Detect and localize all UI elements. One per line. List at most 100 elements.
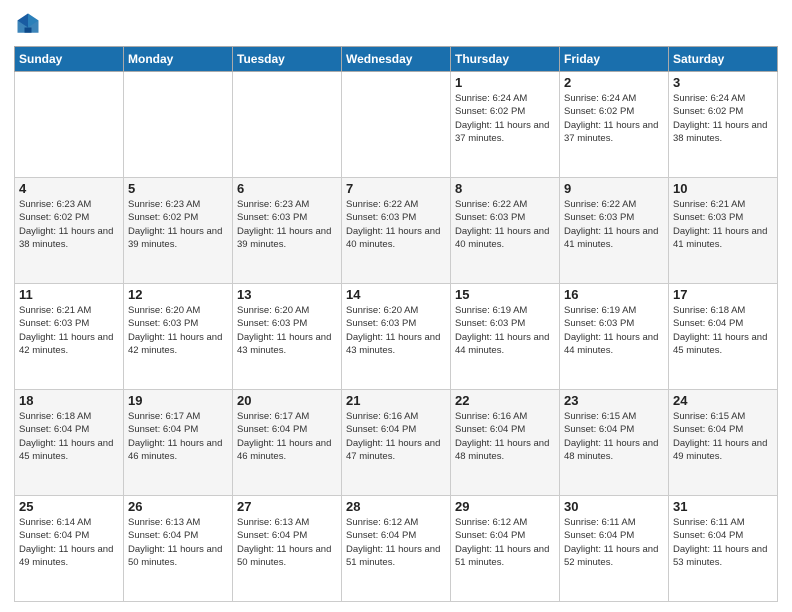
calendar-cell: 24 Sunrise: 6:15 AM Sunset: 6:04 PM Dayli…: [669, 390, 778, 496]
day-info: Sunrise: 6:12 AM Sunset: 6:04 PM Dayligh…: [346, 516, 446, 569]
day-info: Sunrise: 6:21 AM Sunset: 6:03 PM Dayligh…: [19, 304, 119, 357]
calendar-cell: 13 Sunrise: 6:20 AM Sunset: 6:03 PM Dayli…: [233, 284, 342, 390]
calendar-cell: 28 Sunrise: 6:12 AM Sunset: 6:04 PM Dayli…: [342, 496, 451, 602]
calendar-cell: 29 Sunrise: 6:12 AM Sunset: 6:04 PM Dayli…: [451, 496, 560, 602]
day-header-wednesday: Wednesday: [342, 47, 451, 72]
day-number: 20: [237, 393, 337, 408]
calendar-cell: 14 Sunrise: 6:20 AM Sunset: 6:03 PM Dayli…: [342, 284, 451, 390]
day-info: Sunrise: 6:12 AM Sunset: 6:04 PM Dayligh…: [455, 516, 555, 569]
day-info: Sunrise: 6:13 AM Sunset: 6:04 PM Dayligh…: [128, 516, 228, 569]
day-info: Sunrise: 6:20 AM Sunset: 6:03 PM Dayligh…: [346, 304, 446, 357]
day-number: 26: [128, 499, 228, 514]
day-header-thursday: Thursday: [451, 47, 560, 72]
day-number: 18: [19, 393, 119, 408]
calendar-cell: 23Sunrise: 6:15 AM Sunset: 6:04 PM Dayli…: [560, 390, 669, 496]
calendar-cell: 10 Sunrise: 6:21 AM Sunset: 6:03 PM Dayli…: [669, 178, 778, 284]
day-info: Sunrise: 6:19 AM Sunset: 6:03 PM Dayligh…: [455, 304, 555, 357]
day-info: Sunrise: 6:15 AM Sunset: 6:04 PM Dayligh…: [564, 410, 664, 463]
day-number: 28: [346, 499, 446, 514]
day-number: 25: [19, 499, 119, 514]
calendar-cell: 25 Sunrise: 6:14 AM Sunset: 6:04 PM Dayli…: [15, 496, 124, 602]
calendar-cell: 21 Sunrise: 6:16 AM Sunset: 6:04 PM Dayli…: [342, 390, 451, 496]
day-info: Sunrise: 6:22 AM Sunset: 6:03 PM Dayligh…: [346, 198, 446, 251]
day-header-monday: Monday: [124, 47, 233, 72]
day-info: Sunrise: 6:17 AM Sunset: 6:04 PM Dayligh…: [237, 410, 337, 463]
day-info: Sunrise: 6:20 AM Sunset: 6:03 PM Dayligh…: [128, 304, 228, 357]
calendar-cell: 20 Sunrise: 6:17 AM Sunset: 6:04 PM Dayli…: [233, 390, 342, 496]
calendar-cell: 26 Sunrise: 6:13 AM Sunset: 6:04 PM Dayli…: [124, 496, 233, 602]
day-info: Sunrise: 6:15 AM Sunset: 6:04 PM Dayligh…: [673, 410, 773, 463]
day-info: Sunrise: 6:24 AM Sunset: 6:02 PM Dayligh…: [673, 92, 773, 145]
calendar-week-2: 4 Sunrise: 6:23 AM Sunset: 6:02 PM Daylig…: [15, 178, 778, 284]
day-info: Sunrise: 6:11 AM Sunset: 6:04 PM Dayligh…: [564, 516, 664, 569]
calendar-cell: 2 Sunrise: 6:24 AM Sunset: 6:02 PM Daylig…: [560, 72, 669, 178]
header: [14, 10, 778, 38]
logo-icon: [14, 10, 42, 38]
day-number: 30: [564, 499, 664, 514]
day-number: 17: [673, 287, 773, 302]
calendar-cell: [124, 72, 233, 178]
calendar-cell: 6 Sunrise: 6:23 AM Sunset: 6:03 PM Daylig…: [233, 178, 342, 284]
day-header-sunday: Sunday: [15, 47, 124, 72]
calendar-table: SundayMondayTuesdayWednesdayThursdayFrid…: [14, 46, 778, 602]
day-number: 19: [128, 393, 228, 408]
calendar-header-row: SundayMondayTuesdayWednesdayThursdayFrid…: [15, 47, 778, 72]
day-number: 12: [128, 287, 228, 302]
calendar-cell: 22 Sunrise: 6:16 AM Sunset: 6:04 PM Dayli…: [451, 390, 560, 496]
day-number: 10: [673, 181, 773, 196]
day-info: Sunrise: 6:17 AM Sunset: 6:04 PM Dayligh…: [128, 410, 228, 463]
day-info: Sunrise: 6:22 AM Sunset: 6:03 PM Dayligh…: [564, 198, 664, 251]
calendar-week-3: 11 Sunrise: 6:21 AM Sunset: 6:03 PM Dayli…: [15, 284, 778, 390]
calendar-week-1: 1 Sunrise: 6:24 AM Sunset: 6:02 PM Daylig…: [15, 72, 778, 178]
day-info: Sunrise: 6:19 AM Sunset: 6:03 PM Dayligh…: [564, 304, 664, 357]
day-number: 5: [128, 181, 228, 196]
day-number: 21: [346, 393, 446, 408]
calendar-cell: 3Sunrise: 6:24 AM Sunset: 6:02 PM Daylig…: [669, 72, 778, 178]
calendar-cell: 17Sunrise: 6:18 AM Sunset: 6:04 PM Dayli…: [669, 284, 778, 390]
day-number: 9: [564, 181, 664, 196]
day-info: Sunrise: 6:23 AM Sunset: 6:03 PM Dayligh…: [237, 198, 337, 251]
calendar-week-5: 25 Sunrise: 6:14 AM Sunset: 6:04 PM Dayli…: [15, 496, 778, 602]
day-info: Sunrise: 6:18 AM Sunset: 6:04 PM Dayligh…: [19, 410, 119, 463]
day-number: 14: [346, 287, 446, 302]
day-number: 29: [455, 499, 555, 514]
day-info: Sunrise: 6:11 AM Sunset: 6:04 PM Dayligh…: [673, 516, 773, 569]
calendar-cell: 16Sunrise: 6:19 AM Sunset: 6:03 PM Dayli…: [560, 284, 669, 390]
calendar-cell: 8Sunrise: 6:22 AM Sunset: 6:03 PM Daylig…: [451, 178, 560, 284]
calendar-cell: 5 Sunrise: 6:23 AM Sunset: 6:02 PM Daylig…: [124, 178, 233, 284]
day-header-friday: Friday: [560, 47, 669, 72]
calendar-cell: 30 Sunrise: 6:11 AM Sunset: 6:04 PM Dayli…: [560, 496, 669, 602]
day-number: 13: [237, 287, 337, 302]
day-number: 6: [237, 181, 337, 196]
day-number: 4: [19, 181, 119, 196]
calendar-cell: 9 Sunrise: 6:22 AM Sunset: 6:03 PM Daylig…: [560, 178, 669, 284]
calendar-cell: [15, 72, 124, 178]
calendar-cell: 1Sunrise: 6:24 AM Sunset: 6:02 PM Daylig…: [451, 72, 560, 178]
calendar-cell: 18 Sunrise: 6:18 AM Sunset: 6:04 PM Dayli…: [15, 390, 124, 496]
day-info: Sunrise: 6:16 AM Sunset: 6:04 PM Dayligh…: [346, 410, 446, 463]
day-number: 11: [19, 287, 119, 302]
calendar-cell: 19 Sunrise: 6:17 AM Sunset: 6:04 PM Dayli…: [124, 390, 233, 496]
day-number: 22: [455, 393, 555, 408]
day-header-tuesday: Tuesday: [233, 47, 342, 72]
day-info: Sunrise: 6:23 AM Sunset: 6:02 PM Dayligh…: [128, 198, 228, 251]
calendar-cell: 27Sunrise: 6:13 AM Sunset: 6:04 PM Dayli…: [233, 496, 342, 602]
day-info: Sunrise: 6:21 AM Sunset: 6:03 PM Dayligh…: [673, 198, 773, 251]
day-info: Sunrise: 6:14 AM Sunset: 6:04 PM Dayligh…: [19, 516, 119, 569]
calendar-cell: 15Sunrise: 6:19 AM Sunset: 6:03 PM Dayli…: [451, 284, 560, 390]
calendar-cell: 4Sunrise: 6:23 AM Sunset: 6:02 PM Daylig…: [15, 178, 124, 284]
calendar-cell: [342, 72, 451, 178]
day-info: Sunrise: 6:16 AM Sunset: 6:04 PM Dayligh…: [455, 410, 555, 463]
day-number: 24: [673, 393, 773, 408]
day-number: 8: [455, 181, 555, 196]
calendar-cell: 7 Sunrise: 6:22 AM Sunset: 6:03 PM Daylig…: [342, 178, 451, 284]
calendar-cell: 12 Sunrise: 6:20 AM Sunset: 6:03 PM Dayli…: [124, 284, 233, 390]
day-number: 7: [346, 181, 446, 196]
day-number: 2: [564, 75, 664, 90]
page: SundayMondayTuesdayWednesdayThursdayFrid…: [0, 0, 792, 612]
day-info: Sunrise: 6:20 AM Sunset: 6:03 PM Dayligh…: [237, 304, 337, 357]
day-number: 1: [455, 75, 555, 90]
calendar-cell: 11 Sunrise: 6:21 AM Sunset: 6:03 PM Dayli…: [15, 284, 124, 390]
day-number: 31: [673, 499, 773, 514]
day-info: Sunrise: 6:24 AM Sunset: 6:02 PM Dayligh…: [564, 92, 664, 145]
